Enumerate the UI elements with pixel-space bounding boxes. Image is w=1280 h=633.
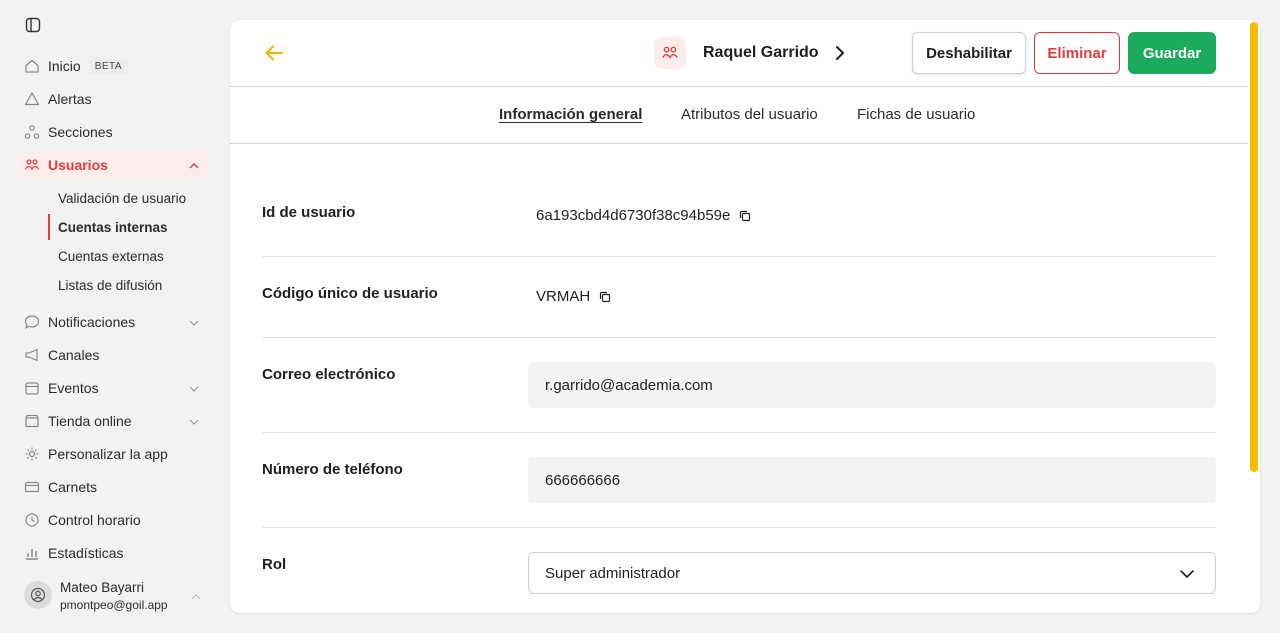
field-row-phone: Número de teléfono [262,433,1216,528]
role-select[interactable]: Super administrador [528,552,1216,594]
users-icon [654,37,686,69]
email-field[interactable] [528,362,1216,408]
field-label: Correo electrónico [262,366,396,383]
chevron-up-icon [188,159,200,171]
sidebar-item-label: Usuarios [48,157,108,173]
chevron-up-icon [190,590,202,602]
sidebar-item-label: Inicio [48,58,81,74]
sidebar-item-label: Estadísticas [48,545,124,561]
save-button[interactable]: Guardar [1128,32,1216,74]
user-menu[interactable]: Mateo Bayarri pmontpeo@goil.app [24,580,208,614]
card-header: Raquel Garrido Deshabilitar Eliminar Gua… [230,20,1248,87]
field-label: Código único de usuario [262,285,438,302]
sidebar-item-label: Alertas [48,91,92,107]
copy-icon[interactable] [739,210,751,222]
stats-icon [24,545,40,561]
sidebar: Inicio BETA Alertas Secciones Usuarios V… [0,0,218,633]
subitem-cuentas-externas[interactable]: Cuentas externas [48,243,208,269]
chevron-down-icon [188,316,200,328]
field-row-code: Código único de usuario VRMAH [262,257,1216,338]
sidebar-item-canales[interactable]: Canales [16,341,208,369]
sidebar-item-label: Personalizar la app [48,446,168,462]
scrollbar-thumb[interactable] [1250,22,1258,472]
chevron-down-icon [188,382,200,394]
sidebar-item-tienda[interactable]: Tienda online [16,407,208,435]
sidebar-item-personalizar[interactable]: Personalizar la app [16,440,208,468]
sidebar-item-eventos[interactable]: Eventos [16,374,208,402]
field-row-id: Id de usuario 6a193cbd4d6730f38c94b59e [262,176,1216,257]
chevron-down-icon [188,415,200,427]
customize-icon [24,446,40,462]
clock-icon [24,512,40,528]
home-icon [24,58,40,74]
user-display-name: Raquel Garrido [703,44,819,61]
tab-atributos-usuario[interactable]: Atributos del usuario [681,106,818,123]
sidebar-item-inicio[interactable]: Inicio BETA [16,52,208,80]
sidebar-item-label: Control horario [48,512,141,528]
user-email: pmontpeo@goil.app [60,598,168,612]
tab-informacion-general[interactable]: Información general [499,106,642,123]
megaphone-icon [24,347,40,363]
tab-bar: Información general Atributos del usuari… [230,87,1248,144]
sidebar-item-label: Carnets [48,479,98,495]
copy-icon[interactable] [599,291,611,303]
sidebar-item-label: Notificaciones [48,314,136,330]
sidebar-item-control-horario[interactable]: Control horario [16,506,208,534]
calendar-icon [24,380,40,396]
back-arrow-icon[interactable] [264,44,284,62]
tab-fichas-usuario[interactable]: Fichas de usuario [857,106,975,123]
subitem-listas-difusion[interactable]: Listas de difusión [48,272,208,298]
phone-field[interactable] [528,457,1216,503]
sidebar-item-label: Eventos [48,380,99,396]
alert-icon [24,91,40,107]
chevron-right-icon[interactable] [833,45,847,61]
user-name: Mateo Bayarri [60,580,145,595]
field-row-role: Rol Super administrador [262,528,1216,613]
sidebar-item-alertas[interactable]: Alertas [16,85,208,113]
subitem-validacion[interactable]: Validación de usuario [48,185,208,211]
sidebar-toggle-icon[interactable] [25,17,41,33]
sidebar-item-label: Tienda online [48,413,132,429]
field-row-email: Correo electrónico [262,338,1216,433]
delete-button[interactable]: Eliminar [1034,32,1120,74]
sidebar-item-label: Canales [48,347,100,363]
role-selected-value: Super administrador [545,564,681,582]
field-label: Id de usuario [262,204,356,221]
sidebar-item-label: Secciones [48,124,113,140]
subitem-cuentas-internas[interactable]: Cuentas internas [48,214,208,240]
disable-button[interactable]: Deshabilitar [912,32,1026,74]
user-code-value: VRMAH [536,288,591,305]
store-icon [24,413,40,429]
sections-icon [24,124,40,140]
field-label: Rol [262,556,287,573]
sidebar-item-secciones[interactable]: Secciones [16,118,208,146]
field-value: VRMAH [536,288,611,305]
user-detail-card: Raquel Garrido Deshabilitar Eliminar Gua… [230,20,1260,613]
card-icon [24,479,40,495]
chat-icon [24,314,40,330]
beta-badge: BETA [88,58,129,74]
field-label: Número de teléfono [262,461,403,478]
avatar [24,581,52,609]
sidebar-item-carnets[interactable]: Carnets [16,473,208,501]
field-value: 6a193cbd4d6730f38c94b59e [536,207,751,224]
users-icon [24,157,40,173]
sidebar-item-usuarios[interactable]: Usuarios [16,151,208,179]
sidebar-item-estadisticas[interactable]: Estadísticas [16,539,208,567]
chevron-down-icon [1179,567,1195,579]
sidebar-item-notificaciones[interactable]: Notificaciones [16,308,208,336]
user-id-value: 6a193cbd4d6730f38c94b59e [536,207,731,224]
